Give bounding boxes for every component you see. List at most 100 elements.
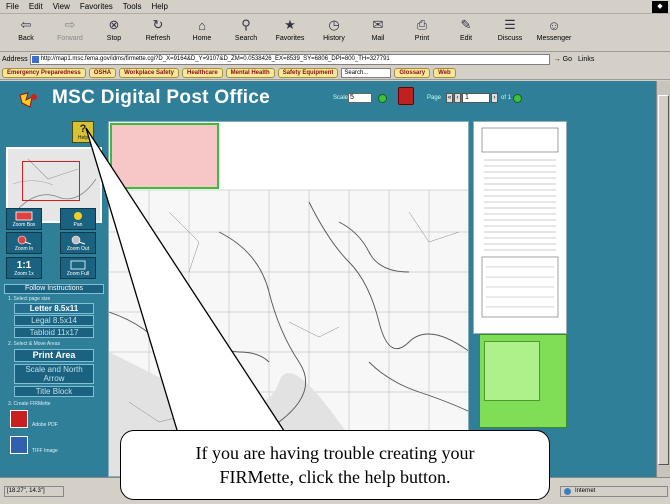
page-of-label: of 1 xyxy=(501,95,512,101)
menu-favorites[interactable]: Favorites xyxy=(80,2,113,11)
scrollbar-thumb[interactable] xyxy=(658,95,669,465)
stop-icon: ⊗ xyxy=(108,17,120,32)
print-icon: ⎙ xyxy=(416,17,428,32)
zoom-in-button[interactable]: Zoom In xyxy=(6,232,42,254)
zoom-out-icon xyxy=(71,235,86,245)
address-input[interactable]: http://map1.msc.fema.gov/idms/firmette.c… xyxy=(29,54,550,65)
app-header: MSC Digital Post Office Scale 5 Page « ‹… xyxy=(0,81,670,117)
mail-button[interactable]: ✉ Mail xyxy=(356,14,400,50)
zoom-full-button[interactable]: Zoom Full xyxy=(60,257,96,279)
forward-button[interactable]: ⇨ Forward xyxy=(48,14,92,50)
search-button[interactable]: ⚲ Search xyxy=(224,14,268,50)
vertical-scrollbar[interactable] xyxy=(656,81,670,477)
zoom-box-icon xyxy=(15,211,33,221)
menu-file[interactable]: File xyxy=(6,2,19,11)
pan-hand-icon xyxy=(74,212,82,220)
step-1-label: 1. Select page size xyxy=(8,296,51,302)
favorites-button[interactable]: ★ Favorites xyxy=(268,14,312,50)
link-glossary[interactable]: Glossary xyxy=(394,68,431,78)
refresh-button[interactable]: ↻ Refresh xyxy=(136,14,180,50)
discuss-button[interactable]: ☰ Discuss xyxy=(488,14,532,50)
page-number-input[interactable]: 1 xyxy=(462,93,490,103)
edit-button[interactable]: ✎ Edit xyxy=(444,14,488,50)
stop-button[interactable]: ⊗ Stop xyxy=(92,14,136,50)
messenger-button[interactable]: ☺ Messenger xyxy=(532,14,576,50)
coordinates-readout: [18.27", 14.3"] xyxy=(4,486,64,497)
adobe-pdf-label[interactable]: Adobe PDF xyxy=(32,422,58,428)
tiff-image-label[interactable]: TIFF Image xyxy=(32,448,58,454)
print-map-icon[interactable] xyxy=(398,87,414,105)
scale-north-arrow-button[interactable]: Scale and North Arrow xyxy=(14,364,94,384)
globe-icon xyxy=(564,488,571,495)
mail-icon: ✉ xyxy=(372,17,384,32)
history-icon: ◷ xyxy=(328,17,340,32)
legend-graphic xyxy=(481,127,559,318)
home-button[interactable]: ⌂ Home xyxy=(180,14,224,50)
print-button[interactable]: ⎙ Print xyxy=(400,14,444,50)
messenger-icon: ☺ xyxy=(547,17,561,33)
help-button[interactable]: ? Help xyxy=(72,121,94,143)
title-block-box[interactable] xyxy=(479,334,567,428)
windows-logo-icon: ◆ xyxy=(652,1,668,13)
search-icon: ⚲ xyxy=(241,17,251,32)
page-label: Page xyxy=(427,95,442,101)
page-go-button[interactable] xyxy=(513,93,523,103)
page-navigator: « ‹ 1 › of 1 xyxy=(446,93,523,103)
step-3-label: 3. Create FIRMette xyxy=(8,401,51,407)
callout-line-2: FIRMette, click the help button. xyxy=(219,467,451,487)
links-bar: Emergency Preparedness OSHA Workplace Sa… xyxy=(0,67,670,80)
zoom-1x-button[interactable]: 1:1 Zoom 1x xyxy=(6,257,42,279)
home-icon: ⌂ xyxy=(198,17,206,33)
link-healthcare[interactable]: Healthcare xyxy=(181,68,223,78)
forward-arrow-icon: ⇨ xyxy=(64,17,76,32)
zoom-out-button[interactable]: Zoom Out xyxy=(60,232,96,254)
links-label[interactable]: Links xyxy=(578,56,594,63)
help-callout: If you are having trouble creating your … xyxy=(120,430,550,500)
menu-edit[interactable]: Edit xyxy=(29,2,43,11)
link-mental-health[interactable]: Mental Health xyxy=(225,68,275,78)
map-legend-panel[interactable] xyxy=(473,121,567,334)
menu-help[interactable]: Help xyxy=(151,2,167,11)
scale-go-button[interactable] xyxy=(378,94,387,103)
scale-input[interactable]: 5 xyxy=(348,93,372,103)
print-area-button[interactable]: Print Area xyxy=(14,349,94,362)
title-block-text-area xyxy=(484,341,540,401)
go-button[interactable]: → Go xyxy=(554,56,572,63)
page-icon xyxy=(31,56,39,63)
size-letter-button[interactable]: Letter 8.5x11 xyxy=(14,303,94,314)
zoom-full-icon xyxy=(70,260,86,270)
title-block-button[interactable]: Title Block xyxy=(14,386,94,397)
follow-instructions-link[interactable]: Follow Instructions xyxy=(4,284,104,294)
menu-view[interactable]: View xyxy=(53,2,70,11)
link-emergency-preparedness[interactable]: Emergency Preparedness xyxy=(2,68,86,78)
zoom-box-button[interactable]: Zoom Box xyxy=(6,208,42,230)
address-bar: Address http://map1.msc.fema.gov/idms/fi… xyxy=(0,53,670,66)
print-area-box[interactable] xyxy=(110,123,219,189)
prev-page-button[interactable]: ‹ xyxy=(454,93,461,103)
site-title: MSC Digital Post Office xyxy=(52,87,271,108)
history-button[interactable]: ◷ History xyxy=(312,14,356,50)
map-preview[interactable] xyxy=(108,121,469,477)
links-search-input[interactable]: Search... xyxy=(341,68,392,78)
page-content: MSC Digital Post Office Scale 5 Page « ‹… xyxy=(0,81,670,477)
address-label: Address xyxy=(2,56,28,63)
question-mark-icon: ? xyxy=(79,122,87,135)
msc-logo-icon xyxy=(19,92,37,108)
tiff-icon[interactable] xyxy=(10,436,28,454)
link-workplace-safety[interactable]: Workplace Safety xyxy=(119,68,179,78)
step-2-label: 2. Select & Move Areas xyxy=(8,341,60,347)
back-arrow-icon: ⇦ xyxy=(20,17,32,32)
back-button[interactable]: ⇦ Back xyxy=(4,14,48,50)
first-page-button[interactable]: « xyxy=(446,93,453,103)
callout-line-1: If you are having trouble creating your xyxy=(195,443,475,463)
link-osha[interactable]: OSHA xyxy=(88,68,117,78)
next-page-button[interactable]: › xyxy=(491,93,498,103)
size-legal-button[interactable]: Legal 8.5x14 xyxy=(14,315,94,326)
security-zone: Internet xyxy=(560,486,668,497)
pan-button[interactable]: Pan xyxy=(60,208,96,230)
pdf-icon[interactable] xyxy=(10,410,28,428)
link-safety-equipment[interactable]: Safety Equipment xyxy=(277,68,339,78)
size-tabloid-button[interactable]: Tabloid 11x17 xyxy=(14,327,94,338)
link-web[interactable]: Web xyxy=(433,68,456,78)
menu-tools[interactable]: Tools xyxy=(123,2,142,11)
